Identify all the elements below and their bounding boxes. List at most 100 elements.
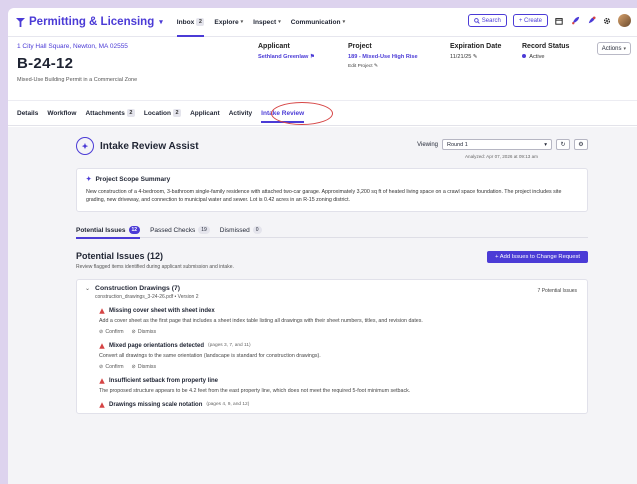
settings-button[interactable]: ⚙	[574, 139, 588, 150]
confirm-label: Confirm	[105, 363, 124, 370]
issue-description: The proposed structure appears to be 4.2…	[99, 387, 411, 394]
chevron-down-icon: ▾	[544, 142, 547, 148]
add-issues-button[interactable]: + Add Issues to Change Request	[487, 250, 588, 263]
issue-item: Missing cover sheet with sheet index Add…	[99, 308, 579, 335]
nav-inspect-label: Inspect	[253, 18, 277, 26]
scope-title-row: ✦ Project Scope Summary	[86, 175, 578, 184]
gear-icon: ⚙	[578, 142, 584, 148]
applicant-link[interactable]: Sethland Greenlaw ⚑	[258, 54, 315, 60]
issue-title: Insufficient setback from property line	[109, 377, 219, 384]
issue-description: Add a cover sheet as the first page that…	[99, 317, 423, 324]
issue-title: Drawings missing scale notation	[109, 401, 203, 408]
subtab-potential-issues[interactable]: Potential Issues 12	[76, 223, 141, 239]
chevron-down-icon: ⌄	[85, 285, 91, 292]
chevron-down-icon: ▾	[342, 19, 346, 25]
group-title: Construction Drawings (7)	[95, 284, 180, 292]
dismiss-circle-icon: ⊘	[131, 363, 136, 370]
nav-inspect[interactable]: Inspect ▾	[253, 8, 281, 37]
intake-review-panel: ✦ Intake Review Assist Viewing Round 1 ▾…	[8, 127, 637, 484]
nav-explore-label: Explore	[214, 18, 239, 26]
search-icon	[473, 17, 480, 24]
brand-logo-icon	[16, 17, 25, 27]
pencil-icon: ✎	[373, 64, 378, 69]
project-link[interactable]: 189 - Mixed-Use High Rise	[348, 54, 418, 60]
round-select[interactable]: Round 1 ▾	[442, 139, 552, 150]
dismiss-button[interactable]: ⊘ Dismiss	[132, 329, 157, 335]
search-label: Search	[481, 17, 501, 24]
search-button[interactable]: Search	[467, 14, 507, 27]
section-subtitle: Review flagged items identified during a…	[76, 263, 234, 270]
round-value: Round 1	[447, 142, 468, 148]
rocket-icon[interactable]	[570, 16, 580, 26]
expiration-date: 11/21/25	[450, 54, 472, 60]
applicant-name: Sethland Greenlaw	[258, 54, 309, 60]
dismiss-label: Dismiss	[137, 328, 157, 335]
tab-attachments[interactable]: Attachments 2	[85, 101, 135, 126]
brand[interactable]: Permitting & Licensing ▾	[16, 16, 163, 28]
edit-project-link[interactable]: Edit Project ✎	[348, 64, 418, 69]
gear-icon[interactable]	[602, 16, 612, 26]
notifications-icon[interactable]	[586, 16, 596, 26]
calendar-icon[interactable]	[554, 16, 564, 26]
subtab-count: 19	[198, 226, 210, 235]
refresh-button[interactable]: ↻	[556, 139, 570, 150]
brand-name: Permitting & Licensing	[29, 16, 155, 28]
actions-label: Actions	[601, 45, 622, 52]
subtab-count: 12	[128, 226, 141, 235]
chevron-down-icon: ▾	[278, 19, 281, 25]
edit-project-label: Edit Project	[348, 64, 373, 69]
status-dot-icon	[522, 54, 526, 58]
dismiss-circle-icon: ⊘	[131, 328, 136, 335]
tab-label: Applicant	[190, 109, 220, 117]
status-value: Active	[529, 54, 545, 60]
issue-pages: (pages 3, 7, and 11)	[208, 343, 251, 349]
issue-title-row: Missing cover sheet with sheet index	[99, 308, 579, 314]
status-label: Record Status	[522, 43, 570, 50]
potential-issues-header: Potential Issues (12) Review flagged ite…	[76, 250, 588, 270]
scope-summary-card: ✦ Project Scope Summary New construction…	[76, 168, 588, 212]
check-circle-icon: ⊘	[99, 363, 104, 370]
expiration-value[interactable]: 11/21/25 ✎	[450, 54, 501, 60]
subtab-passed-checks[interactable]: Passed Checks 19	[150, 223, 210, 238]
dismiss-button[interactable]: ⊘ Dismiss	[132, 364, 157, 370]
actions-button[interactable]: Actions ▾	[596, 42, 631, 55]
scope-title: Project Scope Summary	[95, 175, 171, 183]
tab-label: Location	[143, 109, 171, 117]
intake-assist: ✦ Intake Review Assist Viewing Round 1 ▾…	[76, 137, 588, 414]
applicant-label: Applicant	[258, 43, 290, 50]
nav-explore[interactable]: Explore ▾	[214, 8, 243, 37]
tab-applicant[interactable]: Applicant	[190, 101, 220, 126]
subtab-dismissed[interactable]: Dismissed 0	[220, 223, 262, 238]
group-header[interactable]: ⌄ Construction Drawings (7) construction…	[85, 285, 579, 300]
tab-label: Workflow	[47, 109, 77, 117]
nav-links: Inbox 2 Explore ▾ Inspect ▾ Communicatio…	[176, 8, 345, 37]
nav-communication-label: Communication	[290, 18, 341, 26]
chevron-down-icon: ▾	[240, 19, 244, 25]
tab-details[interactable]: Details	[17, 101, 38, 126]
app-window: Permitting & Licensing ▾ Inbox 2 Explore…	[8, 8, 637, 484]
viewing-label: Viewing	[417, 141, 438, 148]
create-button[interactable]: + Create	[512, 14, 548, 27]
issue-item: Insufficient setback from property line …	[99, 378, 579, 394]
status-column: Record Status Active	[522, 43, 569, 60]
nav-communication[interactable]: Communication ▾	[291, 8, 345, 37]
issue-title-row: Drawings missing scale notation (pages 4…	[99, 402, 579, 408]
tab-workflow[interactable]: Workflow	[47, 101, 76, 126]
dismiss-label: Dismiss	[137, 363, 157, 370]
expiration-column: Expiration Date 11/21/25 ✎	[450, 43, 501, 60]
viewing-controls: Viewing Round 1 ▾ ↻ ⚙	[417, 139, 588, 150]
chevron-down-icon: ▾	[623, 45, 626, 52]
avatar[interactable]	[618, 14, 631, 27]
nav-inbox[interactable]: Inbox 2	[176, 8, 205, 37]
tab-badge: 2	[126, 109, 135, 117]
expiration-label: Expiration Date	[450, 43, 502, 50]
create-label: + Create	[518, 17, 542, 24]
issue-title-row: Insufficient setback from property line	[99, 378, 579, 384]
confirm-button[interactable]: ⊘ Confirm	[99, 329, 124, 335]
status-badge: Active	[522, 54, 569, 60]
confirm-button[interactable]: ⊘ Confirm	[99, 364, 124, 370]
confirm-label: Confirm	[105, 328, 124, 335]
tab-location[interactable]: Location 2	[143, 101, 182, 126]
issue-item: Drawings missing scale notation (pages 4…	[99, 402, 579, 408]
tab-activity[interactable]: Activity	[229, 101, 252, 126]
